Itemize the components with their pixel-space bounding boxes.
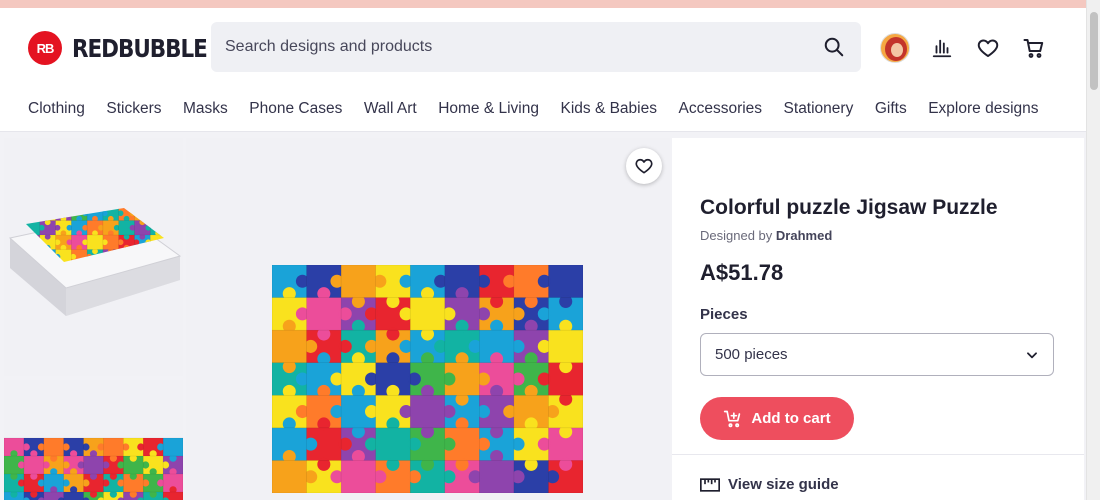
- nav-masks[interactable]: Masks: [183, 100, 228, 118]
- add-to-cart-icon: [724, 410, 741, 427]
- ruler-icon: [700, 477, 720, 492]
- search-bar: [211, 22, 861, 72]
- dashboard-button[interactable]: [928, 34, 956, 62]
- avatar[interactable]: [880, 33, 910, 63]
- search-input[interactable]: [225, 38, 821, 56]
- pieces-label: Pieces: [700, 306, 748, 323]
- product-title: Colorful puzzle Jigsaw Puzzle: [700, 196, 998, 219]
- nav-stickers[interactable]: Stickers: [106, 100, 161, 118]
- cart-icon: [1023, 39, 1044, 58]
- logo-mark: RB: [28, 31, 62, 65]
- size-guide-link[interactable]: View size guide: [700, 476, 839, 493]
- site-header: RB REDBUBBLE Clothing Stickers Masks Pho…: [0, 8, 1086, 132]
- wishlist-button[interactable]: [974, 34, 1002, 62]
- designed-by-label: Designed by: [700, 228, 773, 243]
- stats-icon: [932, 39, 952, 58]
- promo-strip: [0, 0, 1086, 8]
- scrollbar-thumb[interactable]: [1090, 12, 1098, 90]
- pieces-select[interactable]: 500 pieces: [700, 333, 1054, 376]
- chevron-down-icon: [1027, 351, 1037, 358]
- cart-button[interactable]: [1020, 34, 1048, 62]
- favorite-button[interactable]: [626, 148, 662, 184]
- designer-link[interactable]: Drahmed: [776, 228, 832, 243]
- pieces-select-value: 500 pieces: [715, 346, 788, 363]
- category-nav: Clothing Stickers Masks Phone Cases Wall…: [28, 100, 1060, 118]
- add-to-cart-label: Add to cart: [751, 410, 831, 427]
- main-product-image: [186, 138, 670, 500]
- redbubble-logo[interactable]: RB REDBUBBLE: [28, 31, 229, 65]
- nav-gifts[interactable]: Gifts: [875, 100, 907, 118]
- thumbnail-gallery: [0, 138, 184, 500]
- product-price: A$51.78: [700, 260, 784, 285]
- tin-box-image: [8, 208, 182, 316]
- favorite-heart-icon: [635, 158, 653, 174]
- search-button[interactable]: [821, 34, 847, 60]
- product-details-panel: Colorful puzzle Jigsaw Puzzle Designed b…: [672, 138, 1084, 500]
- nav-stationery[interactable]: Stationery: [784, 100, 854, 118]
- nav-explore-designs[interactable]: Explore designs: [928, 100, 1038, 118]
- designed-by: Designed by Drahmed: [700, 228, 832, 243]
- heart-icon: [977, 39, 999, 57]
- nav-accessories[interactable]: Accessories: [678, 100, 762, 118]
- search-icon: [824, 37, 844, 57]
- nav-wall-art[interactable]: Wall Art: [364, 100, 417, 118]
- thumbnail-puzzle-closeup[interactable]: [4, 380, 183, 500]
- puzzle-closeup-image: [4, 437, 183, 500]
- add-to-cart-button[interactable]: Add to cart: [700, 397, 854, 440]
- header-actions: [880, 32, 1048, 64]
- nav-phone-cases[interactable]: Phone Cases: [249, 100, 342, 118]
- nav-home-living[interactable]: Home & Living: [438, 100, 539, 118]
- logo-text: REDBUBBLE: [72, 33, 208, 63]
- nav-kids-babies[interactable]: Kids & Babies: [560, 100, 657, 118]
- divider: [672, 454, 1084, 455]
- thumbnail-tin-box[interactable]: [4, 138, 183, 376]
- puzzle-image: [272, 265, 583, 493]
- size-guide-label: View size guide: [728, 476, 839, 493]
- page-scrollbar[interactable]: [1086, 0, 1100, 500]
- nav-clothing[interactable]: Clothing: [28, 100, 85, 118]
